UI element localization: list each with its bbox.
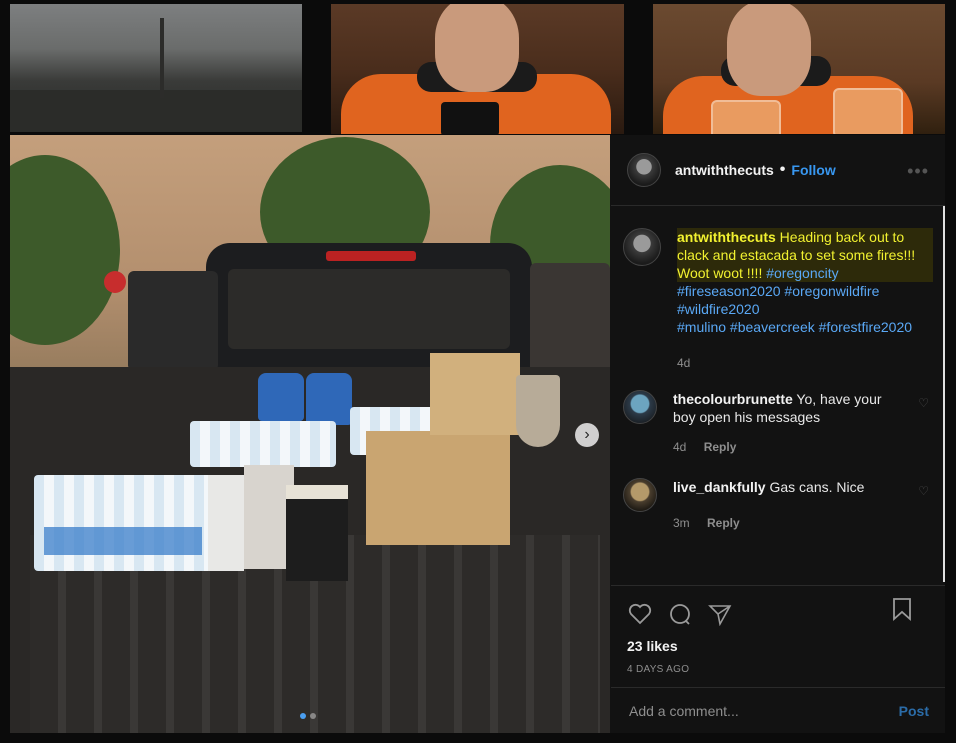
- caption-body: antwiththecuts Heading back out to clack…: [677, 228, 933, 282]
- open-door-right: [530, 263, 610, 373]
- like-count[interactable]: 23 likes: [611, 638, 945, 654]
- post-actions: 23 likes 4 DAYS AGO: [611, 585, 945, 675]
- post-sidebar: antwiththecuts • Follow ••• antwiththecu…: [611, 135, 945, 733]
- caption-username[interactable]: antwiththecuts: [677, 229, 776, 245]
- drink-glass: [711, 100, 781, 134]
- more-options-icon[interactable]: •••: [907, 161, 929, 182]
- carousel-dot-active: [300, 713, 306, 719]
- bookmark-icon[interactable]: [889, 596, 915, 622]
- separator: •: [779, 161, 786, 178]
- hashtag[interactable]: #mulino: [677, 319, 726, 335]
- water-case: [190, 421, 336, 467]
- like-heart-icon[interactable]: [627, 601, 653, 627]
- post-header: antwiththecuts • Follow •••: [611, 135, 945, 206]
- hashtag[interactable]: #fireseason2020: [677, 283, 781, 299]
- like-comment-icon[interactable]: ♡: [918, 484, 929, 498]
- comment-username[interactable]: thecolourbrunette: [673, 391, 793, 407]
- cardboard-flap: [430, 353, 520, 435]
- comment-item: live_dankfully Gas cans. Nice 3m Reply ♡: [623, 478, 933, 532]
- bucket: [516, 375, 560, 447]
- hashtag[interactable]: #forestfire2020: [819, 319, 912, 335]
- comment-meta: 4d Reply: [673, 438, 893, 456]
- author-avatar[interactable]: [623, 228, 661, 266]
- add-comment-bar: Post: [611, 687, 945, 733]
- produce-box: [366, 431, 510, 545]
- background-post-tile[interactable]: [331, 4, 624, 134]
- gas-can: [306, 373, 352, 425]
- comment-time[interactable]: 4d: [673, 440, 686, 454]
- scorched-ground: [10, 90, 302, 132]
- comment-username[interactable]: live_dankfully: [673, 479, 766, 495]
- comment-bubble-icon[interactable]: [667, 601, 693, 627]
- post-photo[interactable]: ›: [10, 135, 610, 733]
- comment-item: thecolourbrunette Yo, have your boy open…: [623, 390, 933, 456]
- post-comment-button[interactable]: Post: [899, 703, 929, 719]
- author-avatar[interactable]: [627, 153, 661, 187]
- post-date: 4 DAYS AGO: [627, 664, 690, 675]
- commenter-avatar[interactable]: [623, 390, 657, 424]
- caption-meta: 4d: [677, 354, 933, 372]
- comments-scrollbar[interactable]: [943, 206, 945, 582]
- commenter-avatar[interactable]: [623, 478, 657, 512]
- reply-button[interactable]: Reply: [704, 440, 737, 454]
- hashtag[interactable]: #wildfire2020: [677, 301, 760, 317]
- extinguisher-box-dark: [286, 485, 348, 581]
- background-post-tile[interactable]: [653, 4, 945, 134]
- comment-text: Gas cans. Nice: [769, 479, 865, 495]
- post-modal: › antwiththecuts • Follow ••• antwiththe…: [10, 135, 945, 733]
- like-comment-icon[interactable]: ♡: [918, 396, 929, 410]
- carousel-dots: [300, 713, 316, 719]
- drink-glass: [833, 88, 903, 134]
- gas-can: [258, 373, 304, 421]
- comment-time[interactable]: 3m: [673, 516, 690, 530]
- water-label: [44, 527, 202, 555]
- open-door-left: [128, 271, 218, 371]
- next-photo-button[interactable]: ›: [575, 423, 599, 447]
- person-head: [727, 4, 811, 96]
- caption: antwiththecuts Heading back out to clack…: [623, 228, 933, 372]
- water-case: [34, 475, 212, 571]
- extinguisher-box: [208, 475, 244, 571]
- hashtag[interactable]: #oregoncity: [766, 265, 838, 281]
- hashtag[interactable]: #beavercreek: [730, 319, 815, 335]
- hashtag[interactable]: #oregonwildfire: [784, 283, 879, 299]
- comments-list[interactable]: antwiththecuts Heading back out to clack…: [611, 206, 945, 584]
- carousel-dot: [310, 713, 316, 719]
- person-head: [435, 4, 519, 92]
- author-username[interactable]: antwiththecuts: [675, 162, 774, 178]
- background-post-tile[interactable]: [10, 4, 302, 132]
- comment-input[interactable]: [627, 701, 899, 720]
- caption-time[interactable]: 4d: [677, 356, 690, 370]
- comment-meta: 3m Reply: [673, 514, 893, 532]
- share-paper-plane-icon[interactable]: [707, 601, 733, 627]
- stop-sign: [104, 271, 126, 293]
- reply-button[interactable]: Reply: [707, 516, 740, 530]
- follow-button[interactable]: Follow: [791, 162, 835, 178]
- phone: [441, 102, 499, 134]
- rear-window: [228, 269, 510, 349]
- burnt-tree: [160, 18, 164, 98]
- brake-light: [326, 251, 416, 261]
- tree-left: [10, 155, 120, 345]
